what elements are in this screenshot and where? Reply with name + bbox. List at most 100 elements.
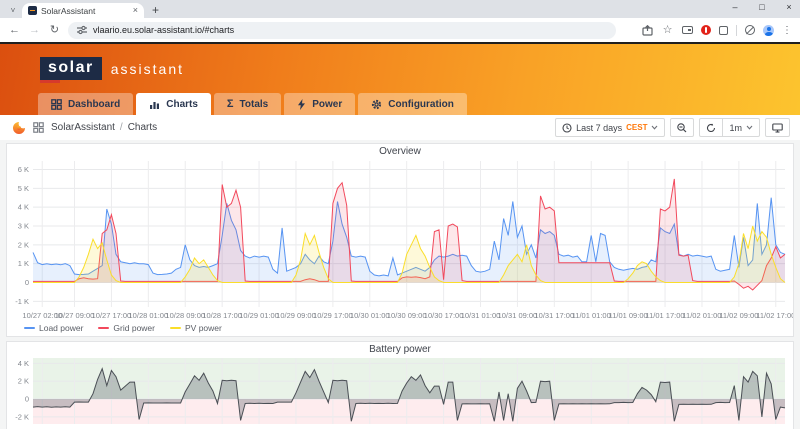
overview-panel: Overview 6 K5 K4 K3 K2 K1 K 0 -1 K 10/27 02… <box>6 143 794 337</box>
window-minimize-button[interactable]: – <box>730 2 740 12</box>
tab-close-icon[interactable]: × <box>133 6 138 15</box>
refresh-icon <box>707 123 716 132</box>
forward-icon[interactable]: → <box>28 24 41 36</box>
time-range-picker[interactable]: Last 7 days CEST <box>555 118 666 137</box>
blocker-extension-icon[interactable] <box>745 25 755 35</box>
svg-text:10/28 01:00: 10/28 01:00 <box>129 311 169 320</box>
app-nav-tabs: Dashboard Charts Σ Totals Power Configur… <box>38 93 467 115</box>
red-extension-icon[interactable] <box>701 25 711 35</box>
svg-text:-2 K: -2 K <box>15 412 29 421</box>
bookmark-star-icon[interactable]: ☆ <box>661 24 674 36</box>
chevron-down-icon <box>652 125 658 130</box>
window-maximize-button[interactable]: □ <box>757 2 767 12</box>
monitor-icon <box>772 122 783 133</box>
dashboard-grid-icon[interactable] <box>33 122 44 133</box>
tab-power[interactable]: Power <box>284 93 356 115</box>
browser-menu-icon[interactable]: ⋮ <box>782 25 792 36</box>
legend-item-pv[interactable]: PV power <box>170 323 222 333</box>
tab-label: Dashboard <box>68 98 121 110</box>
svg-text:4 K: 4 K <box>18 359 29 368</box>
grid-series-swatch <box>98 326 110 330</box>
new-tab-button[interactable]: + <box>152 4 159 16</box>
chart-icon <box>150 101 160 109</box>
profile-avatar[interactable] <box>763 24 774 36</box>
battery-chart[interactable]: 4 K 2 K 0 -2 K <box>7 355 793 429</box>
overview-legend: Load power Grid power PV power <box>7 322 793 336</box>
svg-text:3 K: 3 K <box>18 221 29 230</box>
toolbar-divider <box>736 24 737 36</box>
svg-text:11/01 09:00: 11/01 09:00 <box>609 311 648 320</box>
legend-label: PV power <box>185 323 222 333</box>
svg-text:1 K: 1 K <box>18 259 29 268</box>
window-controls: – □ × <box>730 2 794 12</box>
clock-icon <box>562 122 572 133</box>
tab-charts[interactable]: Charts <box>136 93 211 115</box>
breadcrumb-bar: SolarAssistant / Charts Last 7 days CEST <box>0 115 800 140</box>
battery-panel-title[interactable]: Battery power <box>7 342 793 355</box>
legend-item-grid[interactable]: Grid power <box>98 323 155 333</box>
overview-panel-title[interactable]: Overview <box>7 144 793 157</box>
tab-label: Totals <box>239 98 269 110</box>
breadcrumb-app[interactable]: SolarAssistant <box>51 122 115 133</box>
breadcrumb-page[interactable]: Charts <box>128 122 157 133</box>
share-icon[interactable] <box>642 24 653 36</box>
browser-toolbar: ← → ↻ vlaario.eu.solar-assistant.io/#cha… <box>0 18 800 42</box>
site-settings-icon[interactable] <box>77 25 87 35</box>
kiosk-mode-button[interactable] <box>765 118 790 137</box>
zoom-out-icon <box>677 122 687 132</box>
svg-text:2 K: 2 K <box>18 377 29 386</box>
svg-text:0: 0 <box>25 278 29 287</box>
tab-configuration[interactable]: Configuration <box>358 93 467 115</box>
svg-text:11/01 17:00: 11/01 17:00 <box>646 311 685 320</box>
legend-label: Grid power <box>113 323 155 333</box>
url-text: vlaario.eu.solar-assistant.io/#charts <box>93 25 235 35</box>
svg-text:-1 K: -1 K <box>15 297 29 306</box>
battery-panel: Battery power 4 K 2 K 0 -2 K <box>6 341 794 429</box>
overview-chart[interactable]: 6 K5 K4 K3 K2 K1 K0-1 K10/27 02:0010/27 … <box>7 157 793 322</box>
svg-text:10/27 17:00: 10/27 17:00 <box>92 311 132 320</box>
tab-label: Power <box>312 98 343 110</box>
browser-tab-title: SolarAssistant <box>41 5 96 16</box>
box-extension-icon[interactable] <box>719 25 728 35</box>
legend-item-load[interactable]: Load power <box>24 323 83 333</box>
svg-text:10/31 09:00: 10/31 09:00 <box>498 311 538 320</box>
refresh-button[interactable] <box>699 118 724 137</box>
zoom-out-button[interactable] <box>670 118 695 137</box>
svg-text:10/28 09:00: 10/28 09:00 <box>165 311 205 320</box>
url-bar[interactable]: vlaario.eu.solar-assistant.io/#charts <box>68 21 616 39</box>
gear-icon <box>372 99 382 109</box>
tab-totals[interactable]: Σ Totals <box>213 93 282 115</box>
svg-text:4 K: 4 K <box>18 203 29 212</box>
svg-text:10/29 09:00: 10/29 09:00 <box>276 311 316 320</box>
window-close-button[interactable]: × <box>784 2 794 12</box>
refresh-group: 1m <box>699 118 760 137</box>
svg-text:6 K: 6 K <box>18 165 29 174</box>
time-range-label: Last 7 days <box>576 122 623 133</box>
legend-label: Load power <box>39 323 84 333</box>
timezone-label: CEST <box>626 123 648 132</box>
back-icon[interactable]: ← <box>8 24 21 36</box>
wallet-extension-icon[interactable] <box>682 26 693 34</box>
reload-icon[interactable]: ↻ <box>48 24 61 36</box>
refresh-interval-select[interactable]: 1m <box>723 118 760 137</box>
tab-search-icon[interactable]: ˅ <box>6 4 20 16</box>
browser-tab[interactable]: SolarAssistant × <box>22 3 144 18</box>
pv-series-swatch <box>170 326 181 330</box>
app-logo[interactable]: solar assistant <box>0 44 800 83</box>
svg-text:0: 0 <box>25 395 29 404</box>
svg-text:11/02 09:00: 11/02 09:00 <box>719 311 758 320</box>
chevron-down-icon <box>746 125 753 130</box>
browser-tab-strip: ˅ SolarAssistant × + – □ × <box>0 0 800 18</box>
grafana-logo[interactable] <box>12 121 26 135</box>
tab-label: Charts <box>166 98 198 110</box>
tab-label: Configuration <box>388 98 454 110</box>
svg-text:10/30 01:00: 10/30 01:00 <box>350 311 390 320</box>
grid-icon <box>51 98 62 110</box>
dashboard-content: Overview 6 K5 K4 K3 K2 K1 K 0 -1 K 10/27 02… <box>0 140 800 429</box>
svg-text:5 K: 5 K <box>18 184 29 193</box>
site-favicon <box>28 6 37 15</box>
toolbar-right: ☆ ⋮ <box>642 24 792 36</box>
svg-text:11/02 01:00: 11/02 01:00 <box>682 311 721 320</box>
svg-text:10/29 01:00: 10/29 01:00 <box>239 311 279 320</box>
tab-dashboard[interactable]: Dashboard <box>38 93 134 115</box>
